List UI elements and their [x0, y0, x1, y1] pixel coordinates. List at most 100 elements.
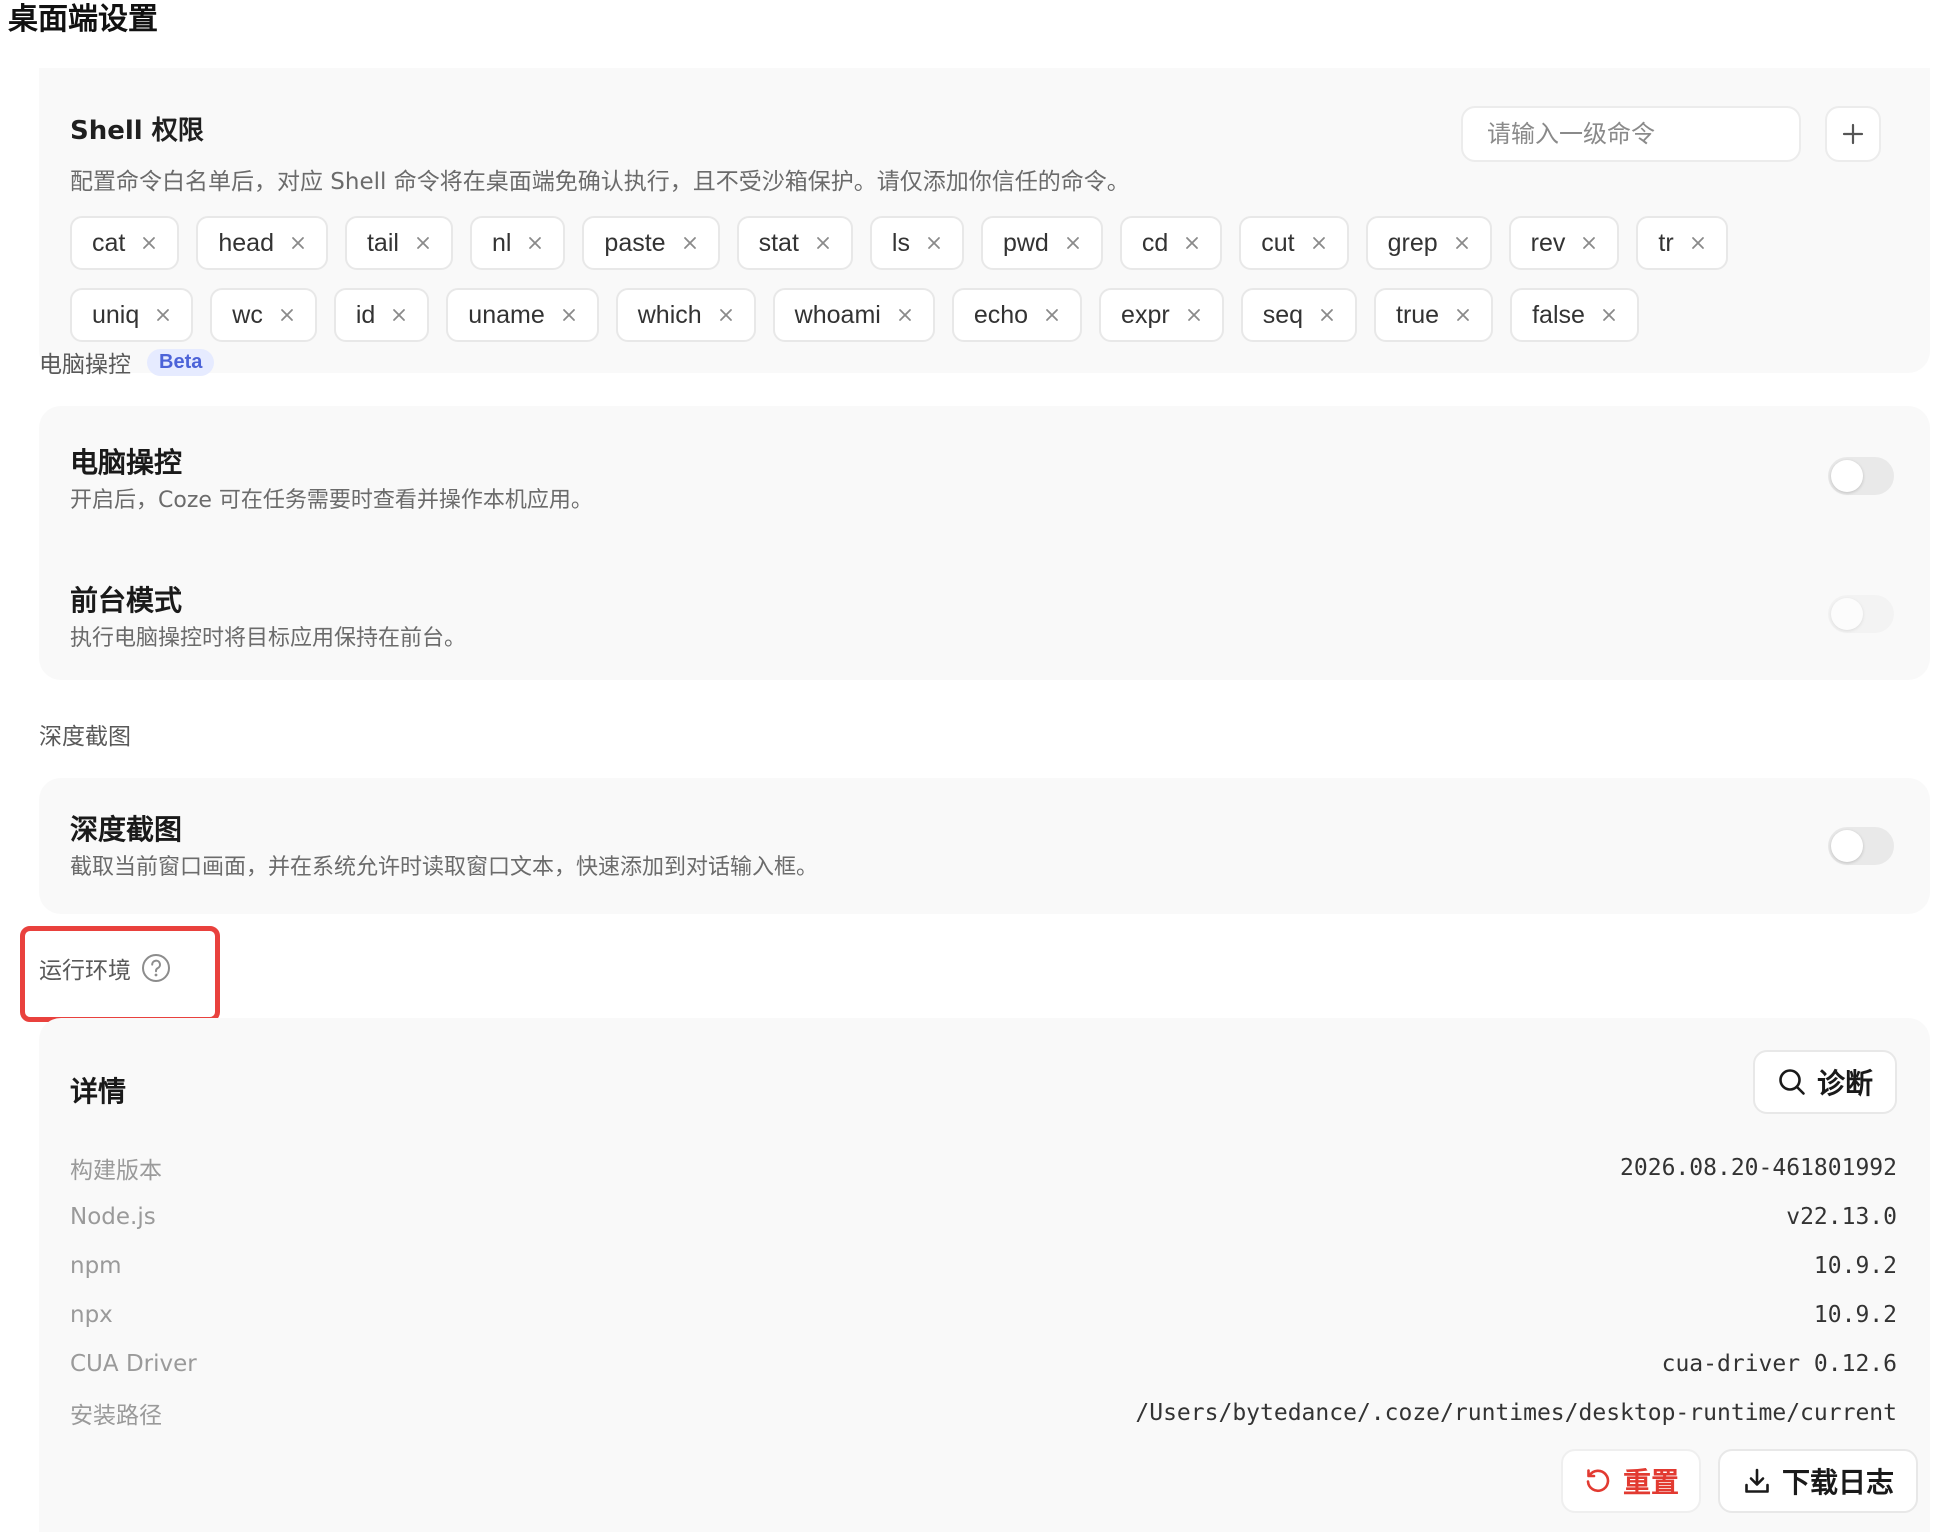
- computer-control-section-label: 电脑操控 Beta: [39, 345, 215, 379]
- command-tag: seq: [1240, 288, 1357, 342]
- command-tag-row: uniq wc id uname which whoami echo expr seq true f…: [70, 288, 1639, 342]
- info-key: 安装路径: [70, 1403, 162, 1429]
- deep-screenshot-title: 深度截图: [70, 813, 183, 846]
- command-tag-label: true: [1396, 300, 1440, 329]
- command-tag-label: nl: [491, 228, 512, 257]
- foreground-mode-description: 执行电脑操控时将目标应用保持在前台。: [70, 626, 467, 651]
- command-tag-label: ls: [891, 228, 910, 257]
- deep-screenshot-toggle[interactable]: [1828, 827, 1894, 865]
- info-row: 构建版本 2026.08.20-461801992: [70, 1148, 1897, 1188]
- command-tag: id: [333, 288, 430, 342]
- computer-control-toggle[interactable]: [1828, 457, 1894, 495]
- runtime-details-card: 详情 诊断 构建版本 2026.08.20-461801992 Node.js …: [39, 1018, 1930, 1532]
- info-key: Node.js: [70, 1204, 156, 1230]
- toggle-knob: [1831, 460, 1863, 492]
- info-value: 10.9.2: [1813, 1302, 1897, 1328]
- close-icon[interactable]: [1455, 307, 1471, 323]
- download-log-button[interactable]: 下载日志: [1718, 1449, 1918, 1513]
- close-icon[interactable]: [1311, 235, 1327, 251]
- info-row: npx 10.9.2: [70, 1295, 1897, 1335]
- close-icon[interactable]: [415, 235, 431, 251]
- command-tag-label: seq: [1262, 300, 1303, 329]
- command-tag-label: cd: [1141, 228, 1169, 257]
- close-icon[interactable]: [1186, 307, 1202, 323]
- settings-scroll-area[interactable]: Shell 权限 请输入一级命令 配置命令白名单后，对应 Shell 命令将在桌…: [0, 68, 1958, 1532]
- command-tag: pwd: [980, 216, 1103, 270]
- reset-icon: [1586, 1469, 1610, 1493]
- command-tag-label: tail: [366, 228, 399, 257]
- computer-control-description: 开启后，Coze 可在任务需要时查看并操作本机应用。: [70, 488, 593, 513]
- close-icon[interactable]: [1065, 235, 1081, 251]
- command-tag-label: tr: [1658, 228, 1674, 257]
- command-tag: cd: [1119, 216, 1223, 270]
- question-circle-icon[interactable]: [141, 953, 171, 983]
- download-icon: [1745, 1468, 1769, 1493]
- command-tag-label: whoami: [794, 300, 881, 329]
- command-tag: head: [196, 216, 328, 270]
- section-label-text: 运行环境: [39, 958, 131, 984]
- info-key: npm: [70, 1253, 122, 1279]
- command-tag-label: uniq: [92, 300, 140, 329]
- command-tag: wc: [210, 288, 317, 342]
- command-tag-label: stat: [758, 228, 799, 257]
- command-tag: which: [615, 288, 756, 342]
- diagnose-label: 诊断: [1816, 1067, 1873, 1100]
- foreground-mode-toggle[interactable]: [1828, 595, 1894, 633]
- info-value[interactable]: /Users/bytedance/.coze/runtimes/desktop-…: [1135, 1400, 1897, 1426]
- add-command-button[interactable]: [1825, 106, 1881, 162]
- command-tag-label: grep: [1387, 228, 1438, 257]
- command-tag-label: pwd: [1002, 228, 1049, 257]
- close-icon[interactable]: [1581, 235, 1597, 251]
- info-key: 构建版本: [70, 1158, 162, 1184]
- command-tag-label: cut: [1261, 228, 1295, 257]
- close-icon[interactable]: [290, 235, 306, 251]
- command-tag: cut: [1239, 216, 1349, 270]
- close-icon[interactable]: [897, 307, 913, 323]
- section-label-text: 电脑操控: [39, 352, 131, 378]
- command-tag: nl: [469, 216, 566, 270]
- command-tag: uname: [446, 288, 599, 342]
- close-icon[interactable]: [815, 235, 831, 251]
- command-tag: ls: [869, 216, 964, 270]
- info-key: npx: [70, 1302, 113, 1328]
- diagnose-button[interactable]: 诊断: [1753, 1050, 1897, 1114]
- command-tag-label: paste: [604, 228, 666, 257]
- close-icon[interactable]: [279, 307, 295, 323]
- reset-label: 重置: [1622, 1466, 1679, 1499]
- close-icon[interactable]: [1184, 235, 1200, 251]
- search-icon: [1779, 1069, 1805, 1095]
- close-icon[interactable]: [141, 235, 157, 251]
- close-icon[interactable]: [926, 235, 942, 251]
- command-tag-row: cat head tail nl paste stat ls pwd cd cut grep rev t…: [70, 216, 1728, 270]
- close-icon[interactable]: [1454, 235, 1470, 251]
- shell-permission-card: Shell 权限 请输入一级命令 配置命令白名单后，对应 Shell 命令将在桌…: [39, 68, 1930, 373]
- reset-button[interactable]: 重置: [1561, 1449, 1701, 1513]
- beta-badge: Beta: [147, 348, 215, 376]
- close-icon[interactable]: [155, 307, 171, 323]
- download-log-label: 下载日志: [1781, 1466, 1894, 1499]
- close-icon[interactable]: [1044, 307, 1060, 323]
- command-tag: expr: [1099, 288, 1224, 342]
- page-title: 桌面端设置: [8, 2, 158, 37]
- deep-screenshot-section-label: 深度截图: [39, 724, 131, 750]
- close-icon[interactable]: [718, 307, 734, 323]
- toggle-knob: [1831, 598, 1863, 630]
- command-tag: tr: [1636, 216, 1728, 270]
- command-tag: cat: [70, 216, 180, 270]
- plus-icon: [1842, 123, 1864, 145]
- command-tag: stat: [736, 216, 853, 270]
- command-tag-label: wc: [232, 300, 263, 329]
- close-icon[interactable]: [1601, 307, 1617, 323]
- close-icon[interactable]: [391, 307, 407, 323]
- info-row: 安装路径 /Users/bytedance/.coze/runtimes/des…: [70, 1393, 1897, 1433]
- close-icon[interactable]: [561, 307, 577, 323]
- close-icon[interactable]: [527, 235, 543, 251]
- command-tag-label: which: [637, 300, 702, 329]
- close-icon[interactable]: [682, 235, 698, 251]
- close-icon[interactable]: [1319, 307, 1335, 323]
- command-tag: uniq: [70, 288, 194, 342]
- runtime-section-label: 运行环境: [39, 951, 171, 985]
- command-input[interactable]: 请输入一级命令: [1461, 106, 1801, 162]
- command-tag: false: [1510, 288, 1639, 342]
- close-icon[interactable]: [1690, 235, 1706, 251]
